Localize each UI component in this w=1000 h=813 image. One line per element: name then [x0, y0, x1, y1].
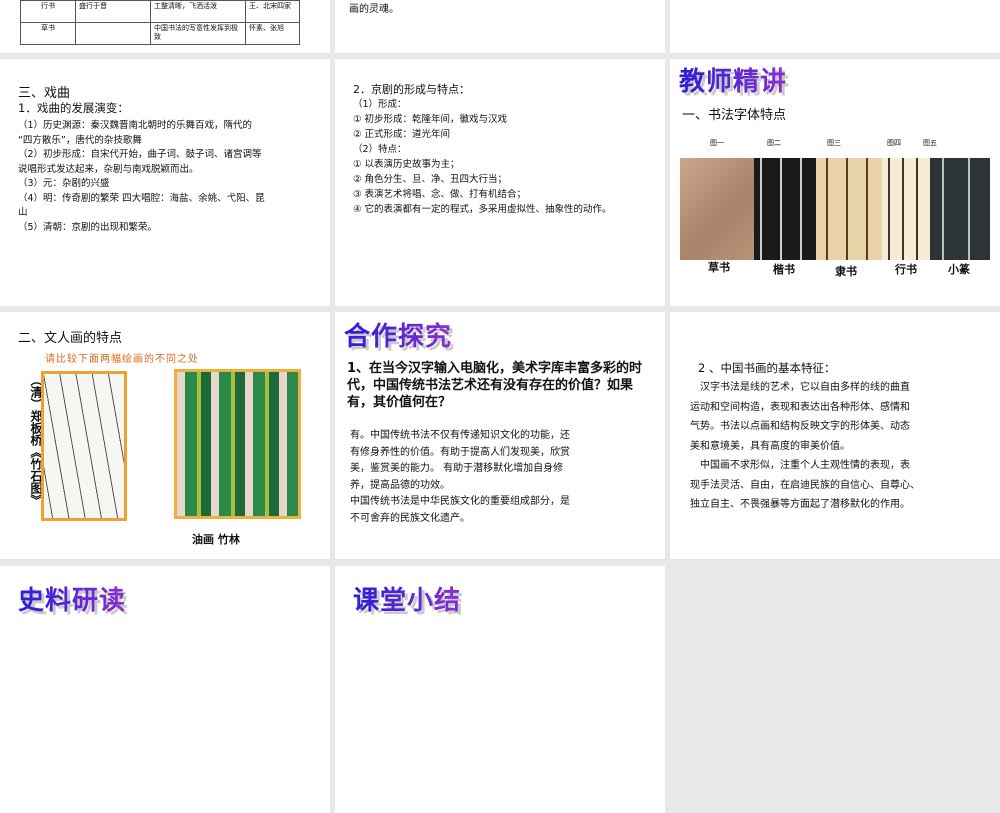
line: （4）明：传奇剧的繁荣 四大唱腔：海盐、余姚、弋阳、昆 [18, 192, 265, 204]
line: （5）清朝：京剧的出现和繁荣。 [18, 221, 158, 233]
calligraphy-seal-image [930, 158, 990, 260]
slide-soul[interactable]: 画的灵魂。 [335, 0, 665, 53]
slide-literati-painting[interactable]: 二、文人画的特点 请比较下面两幅绘画的不同之处 （清）郑板桥《竹石图》 油画 竹… [0, 312, 330, 559]
slide-history-reading[interactable]: 史料研读 [0, 566, 330, 813]
table-row: 行书 盛行于晋 工整清晰，飞洒活泼 王、北宋四家 [20, 0, 300, 23]
bamboo-oil-painting [174, 369, 301, 519]
line: 说唱形式发达起来，杂剧与南戏脱颖而出。 [18, 163, 199, 175]
cell: 草书 [20, 22, 76, 45]
subheading: 1．戏曲的发展演变： [18, 101, 129, 115]
slide-title: 合作探究 [344, 316, 452, 353]
fig-label: 图二 [767, 139, 781, 147]
heading: 二、文人画的特点 [18, 331, 123, 346]
line: 美和意境美，具有高度的审美价值。 [690, 440, 850, 452]
line: 气势。书法以点画和结构反映文字的形体美、动态 [690, 421, 910, 432]
slide-peking-opera[interactable]: 2．京剧的形成与特点： （1）形成： ① 初步形成：乾隆年间，徽戏与汉戏 ② 正… [335, 59, 665, 306]
slide-opera[interactable]: 三、戏曲 1．戏曲的发展演变： （1）历史渊源：秦汉魏晋南北朝时的乐舞百戏，隋代… [0, 59, 330, 306]
line: ① 初步形成：乾隆年间，徽戏与汉戏 [353, 114, 508, 125]
cell: 怀素、张旭 [245, 22, 300, 45]
line: ④ 它的表演都有一定的程式，多采用虚拟性、抽象性的动作。 [353, 204, 612, 215]
cell: 中国书法的写意性发挥到极致 [150, 22, 246, 45]
line: ② 正式形成：道光年间 [353, 129, 451, 140]
line: 现手法灵活、自由，在启迪民族的自信心、自尊心、 [690, 479, 920, 491]
body-lines: 汉字书法是线的艺术，它以自由多样的线的曲直 运动和空间构造，表现和表达出各种形体… [690, 378, 920, 515]
calligraphy-regular-image [754, 158, 816, 260]
script-label: 草书 [708, 261, 730, 274]
script-label: 行书 [895, 263, 917, 276]
slide-title: 课堂小结 [353, 580, 461, 617]
line: （2）初步形成：自宋代开始，曲子词、鼓子词、诸宫调等 [18, 149, 262, 160]
body-text: 画的灵魂。 [349, 4, 399, 15]
slide-teacher-lecture[interactable]: 教师精讲 一、书法字体特点 图一 图二 图三 图四 图五 草书 楷书 隶书 行书… [670, 59, 1000, 306]
line: 汉字书法是线的艺术，它以自由多样的线的曲直 [700, 382, 910, 393]
line: “四方散乐”，唐代的杂技歌舞 [18, 134, 142, 146]
heading: 2 、中国书画的基本特征： [698, 361, 836, 375]
fig-label: 图五 [923, 139, 937, 147]
cell: 工整清晰，飞洒活泼 [150, 0, 246, 23]
body-lines: （1）形成： ① 初步形成：乾隆年间，徽戏与汉戏 ② 正式形成：道光年间 （2）… [353, 97, 612, 217]
script-label: 小篆 [948, 263, 970, 276]
slide-title: 教师精讲 [679, 61, 787, 98]
calligraphy-cursive-image [680, 158, 754, 260]
fig-label: 图三 [827, 139, 841, 147]
line: （3）元：杂剧的兴盛 [18, 178, 110, 189]
fig-label: 图一 [710, 139, 724, 147]
line: （1）历史渊源：秦汉魏晋南北朝时的乐舞百戏，隋代的 [18, 120, 253, 131]
line: 中国画不求形似，注重个人主观性情的表现，表 [700, 460, 910, 471]
line: ① 以表演历史故事为主； [353, 159, 460, 170]
right-caption: 油画 竹林 [192, 533, 240, 546]
line: 美，鉴赏美的能力。 有助于潜移默化增加自身修 [350, 463, 564, 474]
calligraphy-clerical-image [816, 158, 882, 260]
bamboo-ink-painting [41, 371, 127, 521]
slide-features[interactable]: 2 、中国书画的基本特征： 汉字书法是线的艺术，它以自由多样的线的曲直 运动和空… [670, 312, 1000, 559]
line: 有。中国传统书法不仅有传递知识文化的功能，还 [350, 430, 570, 441]
slide-blank[interactable] [670, 0, 1000, 53]
line: ② 角色分生、旦、净、丑四大行当； [353, 174, 508, 185]
line: （2）特点： [353, 144, 407, 155]
calligraphy-table: 行书 盛行于晋 工整清晰，飞洒活泼 王、北宋四家 草书 中国书法的写意性发挥到极致 怀素、… [20, 0, 300, 45]
cell: 盛行于晋 [75, 0, 151, 23]
line: 中国传统书法是中华民族文化的重要组成部分，是 [350, 496, 570, 507]
body-lines: （1）历史渊源：秦汉魏晋南北朝时的乐舞百戏，隋代的 “四方散乐”，唐代的杂技歌舞… [18, 119, 265, 235]
prompt: 请比较下面两幅绘画的不同之处 [45, 354, 199, 365]
answer: 有。中国传统书法不仅有传递知识文化的功能，还 有修身养性的价值。有助于提高人们发… [350, 428, 570, 527]
calligraphy-running-image [882, 158, 930, 260]
slide-calligraphy-table[interactable]: 行书 盛行于晋 工整清晰，飞洒活泼 王、北宋四家 草书 中国书法的写意性发挥到极致 怀素、… [0, 0, 330, 53]
heading: 2．京剧的形成与特点： [353, 83, 470, 96]
line: （1）形成： [353, 99, 407, 110]
line: 不可舍弃的民族文化遗产。 [350, 512, 470, 524]
line: 有修身养性的价值。有助于提高人们发现美，欣赏 [350, 446, 570, 458]
slide-cooperative-inquiry[interactable]: 合作探究 1、在当今汉字输入电脑化，美术字库丰富多彩的时代，中国传统书法艺术还有… [335, 312, 665, 559]
fig-label: 图四 [887, 139, 901, 147]
script-label: 隶书 [835, 265, 857, 278]
line: 运动和空间构造，表现和表达出各种形体、感情和 [690, 401, 910, 413]
cell [75, 22, 151, 45]
subheading: 一、书法字体特点 [682, 108, 787, 123]
script-label: 楷书 [773, 263, 795, 276]
cell: 王、北宋四家 [245, 0, 300, 23]
question: 1、在当今汉字输入电脑化，美术字库丰富多彩的时代，中国传统书法艺术还有没有存在的… [347, 361, 643, 410]
heading: 三、戏曲 [18, 86, 71, 101]
left-caption: （清）郑板桥《竹石图》 [29, 374, 43, 506]
line: 独立自主、不畏强暴等方面起了潜移默化的作用。 [690, 499, 910, 510]
line: ③ 表演艺术将唱、念、做、打有机结合； [353, 189, 527, 200]
line: 山 [18, 207, 28, 218]
cell: 行书 [20, 0, 76, 23]
line: 养，提高品德的功效。 [350, 479, 450, 491]
slide-summary[interactable]: 课堂小结 [335, 566, 665, 813]
table-row: 草书 中国书法的写意性发挥到极致 怀素、张旭 [20, 22, 300, 45]
slide-title: 史料研读 [18, 580, 126, 617]
